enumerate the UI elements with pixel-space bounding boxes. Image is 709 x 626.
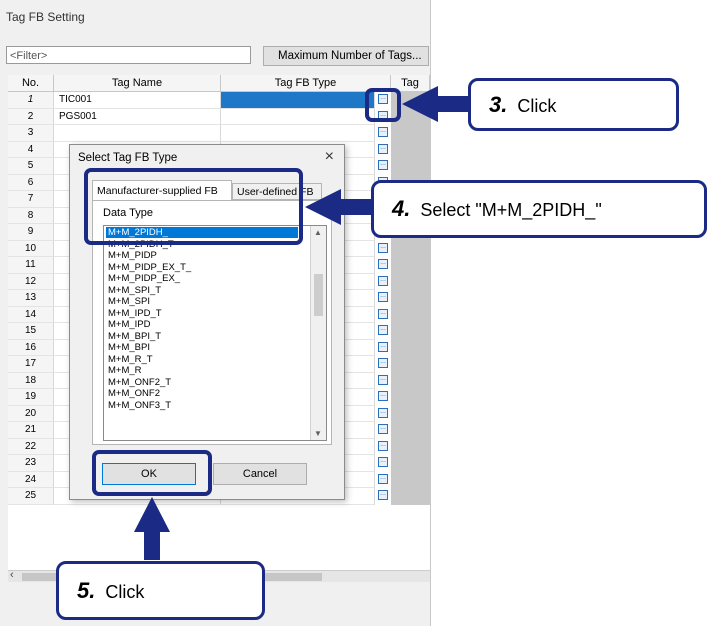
step3-text: Click bbox=[517, 96, 557, 116]
step4-number: 4. bbox=[392, 196, 411, 221]
step4-text: Select "M+M_2PIDH_" bbox=[420, 200, 602, 220]
arrow-step3 bbox=[402, 86, 470, 122]
step3-number: 3. bbox=[489, 92, 508, 117]
callout-step4: 4. Select "M+M_2PIDH_" bbox=[371, 180, 707, 238]
callout-step3: 3. Click bbox=[468, 78, 679, 131]
arrow-step5 bbox=[134, 497, 170, 560]
arrow-step4 bbox=[305, 189, 376, 225]
step5-number: 5. bbox=[77, 578, 96, 603]
step5-text: Click bbox=[105, 582, 145, 602]
callout-step5: 5. Click bbox=[56, 561, 265, 620]
